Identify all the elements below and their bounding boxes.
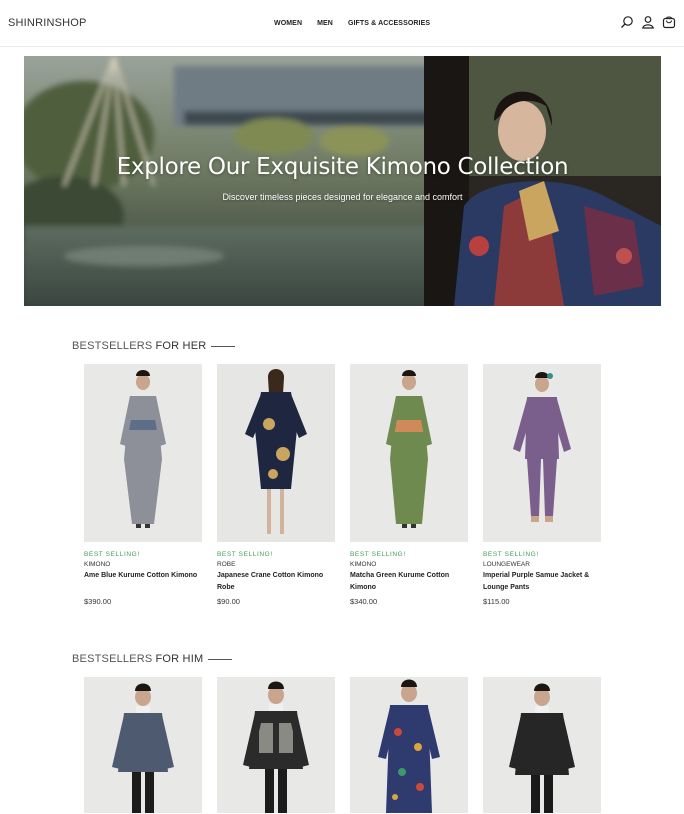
hero-title: Explore Our Exquisite Kimono Collection <box>116 154 569 180</box>
product-card[interactable]: BEST SELLING! KIMONO Ame Blue Kurume Cot… <box>84 364 202 606</box>
product-card[interactable]: BEST SELLING! LOUNGEWEAR Imperial Purple… <box>483 364 601 606</box>
product-name[interactable]: Matcha Green Kurume Cotton Kimono <box>350 570 468 594</box>
product-badge: BEST SELLING! <box>350 551 406 558</box>
section-title-line <box>208 658 233 660</box>
product-name[interactable]: Ame Blue Kurume Cotton Kimono <box>84 570 202 594</box>
product-card[interactable] <box>350 677 468 813</box>
product-image[interactable] <box>350 364 468 542</box>
product-price: $115.00 <box>483 597 510 606</box>
section-title-her: BESTSELLERS FOR HER <box>72 340 236 352</box>
site-header: SHINRINSHOP WOMEN MEN GIFTS & ACCESSORIE… <box>0 0 684 47</box>
product-name[interactable]: Imperial Purple Samue Jacket & Lounge Pa… <box>483 570 601 594</box>
nav-item-women[interactable]: WOMEN <box>274 20 302 27</box>
product-price: $390.00 <box>84 597 112 606</box>
product-image[interactable] <box>84 364 202 542</box>
section-title-accent: FOR HER <box>155 340 207 352</box>
section-title-line <box>211 345 236 347</box>
section-title-accent: FOR HIM <box>155 653 204 665</box>
product-badge: BEST SELLING! <box>483 551 539 558</box>
hero-subtitle: Discover timeless pieces designed for el… <box>222 192 463 202</box>
product-badge: BEST SELLING! <box>84 551 140 558</box>
main-nav: WOMEN MEN GIFTS & ACCESSORIES <box>274 20 430 27</box>
bag-icon[interactable] <box>662 15 676 29</box>
header-icons <box>620 15 676 29</box>
nav-item-men[interactable]: MEN <box>317 20 333 27</box>
product-card[interactable] <box>483 677 601 813</box>
product-category: KIMONO <box>84 561 111 568</box>
product-price: $90.00 <box>217 597 240 606</box>
search-icon[interactable] <box>620 15 634 29</box>
product-image[interactable] <box>483 677 601 813</box>
nav-item-gifts-accessories[interactable]: GIFTS & ACCESSORIES <box>348 20 430 27</box>
product-category: ROBE <box>217 561 236 568</box>
product-image[interactable] <box>84 677 202 813</box>
section-title-prefix: BESTSELLERS <box>72 340 153 352</box>
product-image[interactable] <box>217 677 335 813</box>
hero-banner: Explore Our Exquisite Kimono Collection … <box>24 56 661 306</box>
product-badge: BEST SELLING! <box>217 551 273 558</box>
product-grid-her: BEST SELLING! KIMONO Ame Blue Kurume Cot… <box>84 364 601 606</box>
product-category: KIMONO <box>350 561 377 568</box>
product-image[interactable] <box>217 364 335 542</box>
product-price: $340.00 <box>350 597 378 606</box>
product-category: LOUNGEWEAR <box>483 561 530 568</box>
section-title-prefix: BESTSELLERS <box>72 653 153 665</box>
site-logo[interactable]: SHINRINSHOP <box>8 17 87 29</box>
hero-image <box>24 56 661 306</box>
product-name[interactable]: Japanese Crane Cotton Kimono Robe <box>217 570 335 594</box>
user-icon[interactable] <box>641 15 655 29</box>
product-card[interactable]: BEST SELLING! ROBE Japanese Crane Cotton… <box>217 364 335 606</box>
product-card[interactable] <box>84 677 202 813</box>
product-card[interactable] <box>217 677 335 813</box>
product-image[interactable] <box>483 364 601 542</box>
product-grid-him <box>84 677 601 813</box>
product-card[interactable]: BEST SELLING! KIMONO Matcha Green Kurume… <box>350 364 468 606</box>
section-title-him: BESTSELLERS FOR HIM <box>72 653 233 665</box>
product-image[interactable] <box>350 677 468 813</box>
